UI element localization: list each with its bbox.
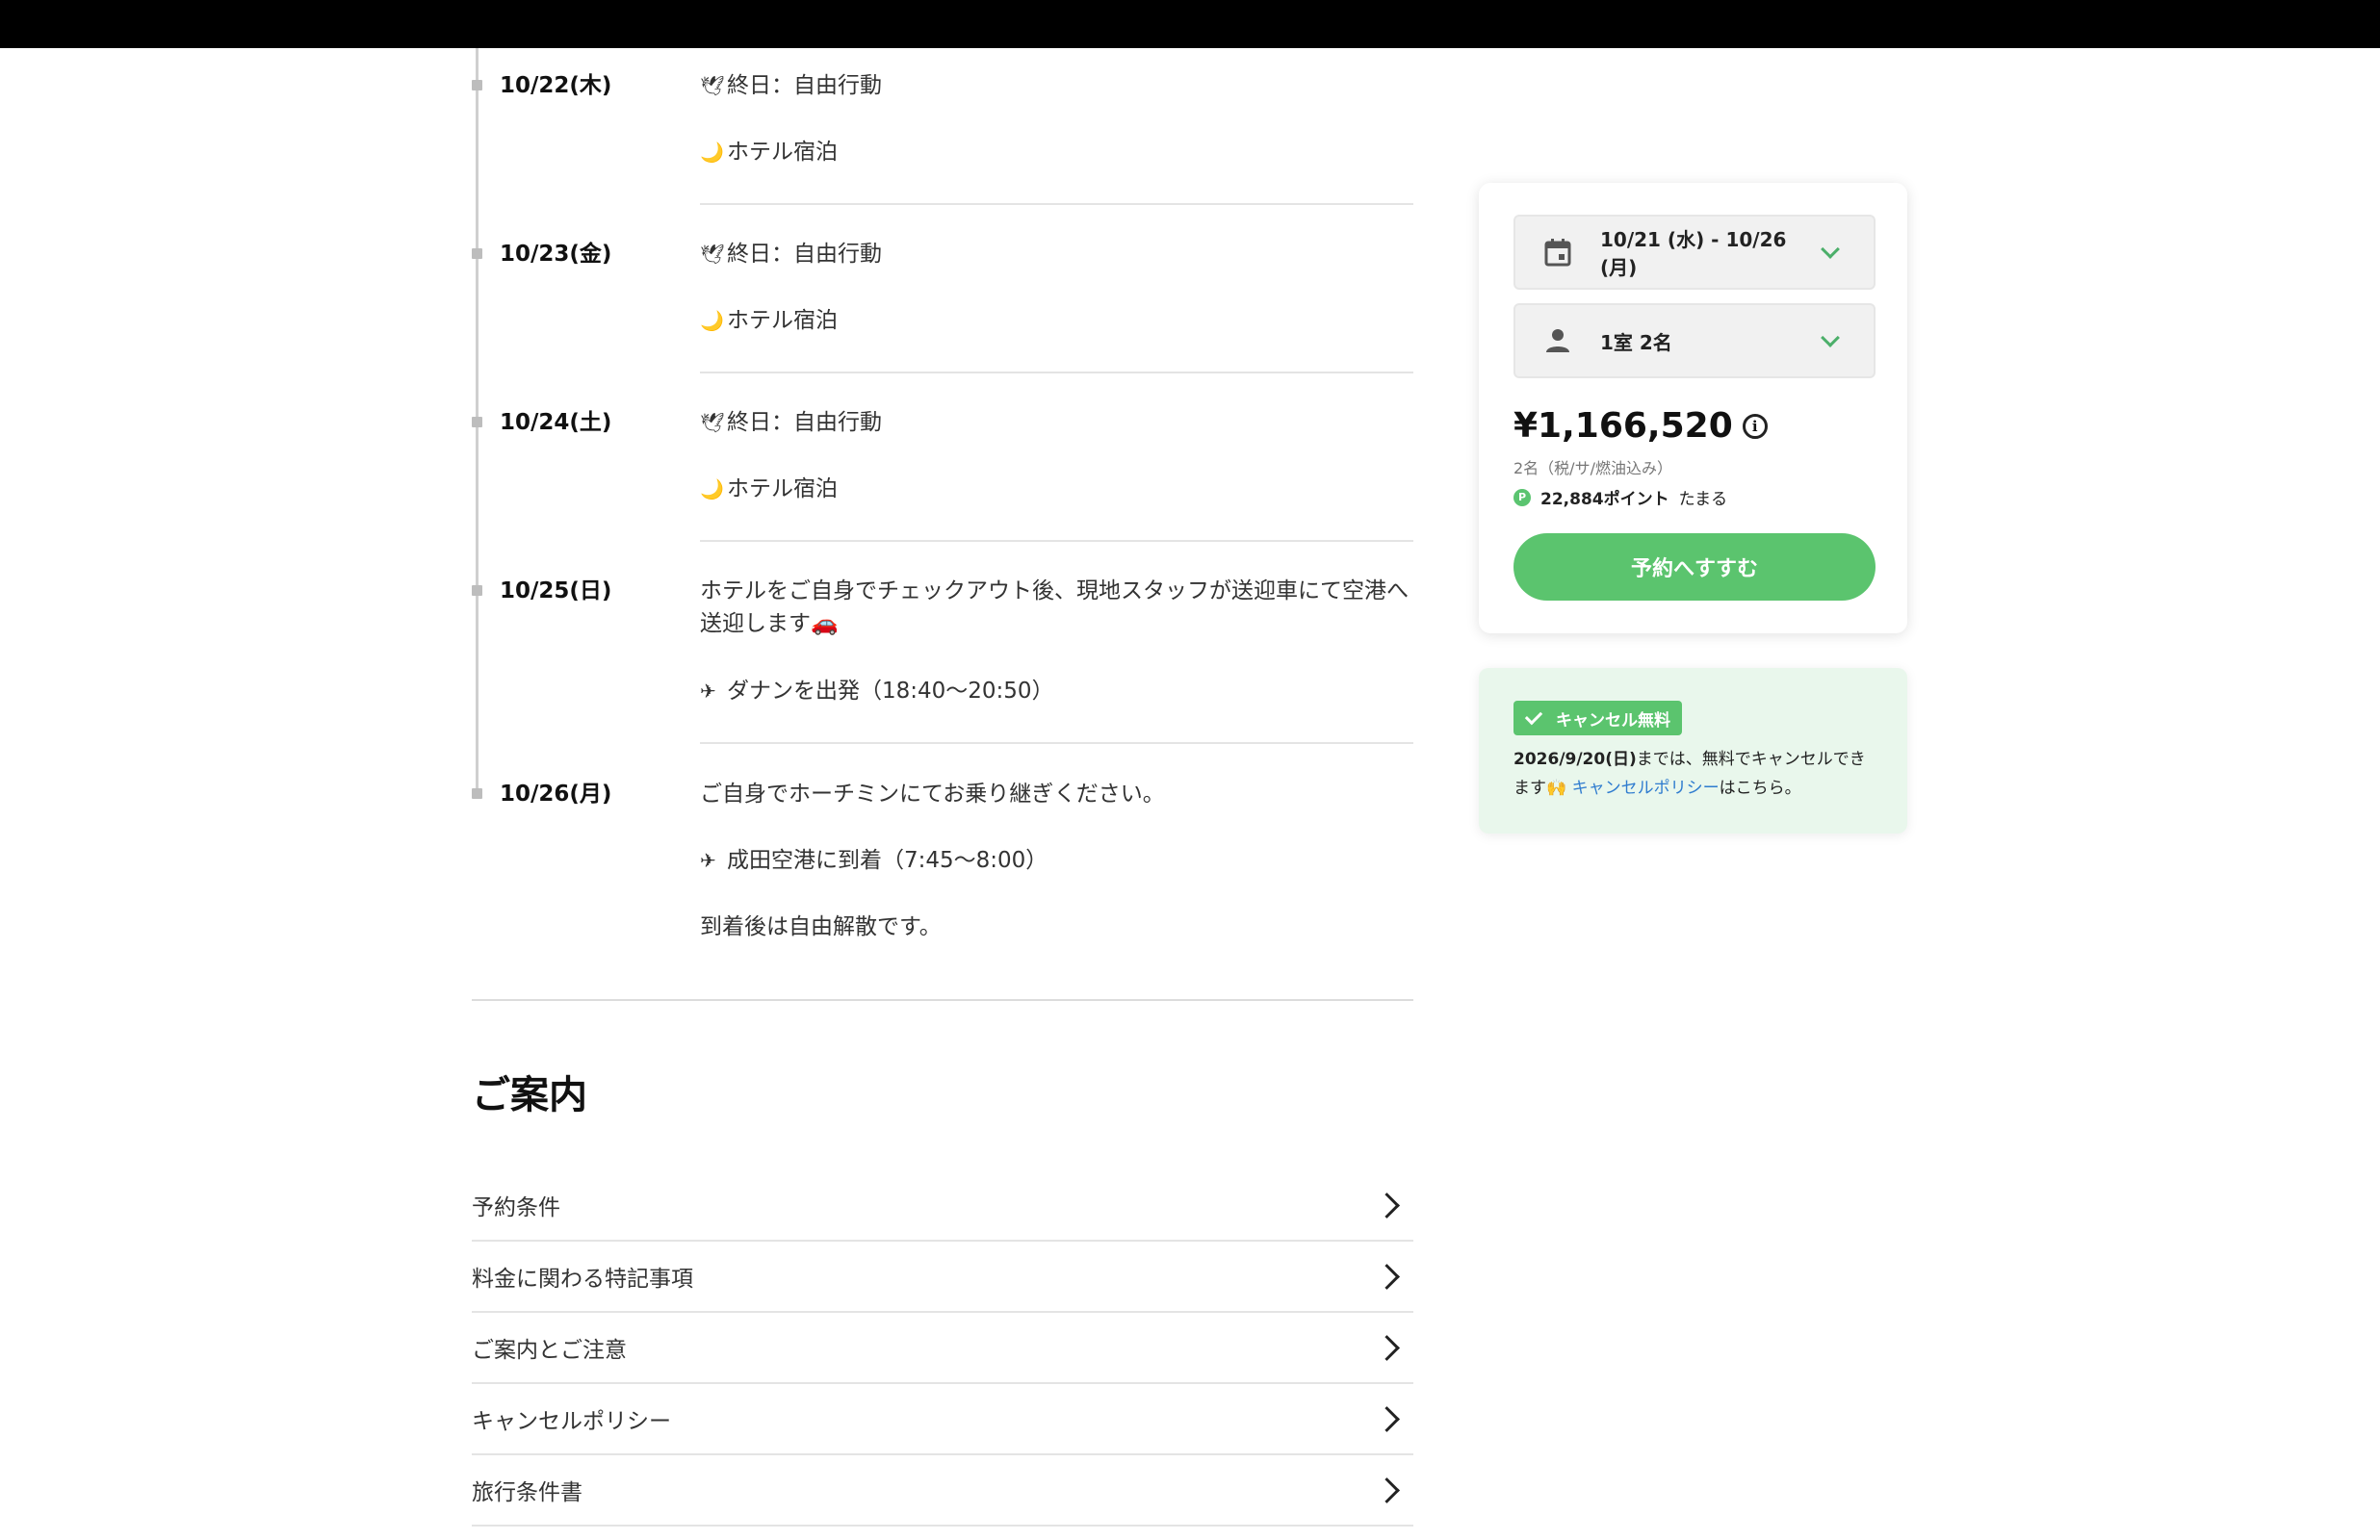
person-icon (1515, 328, 1600, 353)
chevron-right-icon (1374, 1334, 1400, 1361)
section-title: ご案内 (472, 1073, 587, 1117)
divider (700, 372, 1413, 373)
itinerary-entry: 到着後は自由解散です。 (700, 914, 942, 939)
moon-icon: 🌙 (700, 477, 724, 500)
airplane-icon: ✈ (700, 849, 716, 872)
chevron-right-icon (1374, 1405, 1400, 1432)
cancel-policy-link[interactable]: キャンセルポリシー (1572, 779, 1720, 798)
day-date: 10/25(日) (500, 578, 612, 603)
itinerary-entry: 🌙 ホテル宿泊 (700, 304, 1412, 337)
info-row-reservation-conditions[interactable]: 予約条件 (472, 1170, 1413, 1242)
timeline-marker (472, 80, 482, 90)
divider (700, 742, 1413, 744)
info-row-label: 旅行条件書 (472, 1480, 582, 1505)
calendar-icon (1515, 238, 1600, 267)
moon-icon: 🌙 (700, 141, 724, 164)
booking-card: 10/21 (水) - 10/26 (月) 1室 2名 ¥1,166,520 i… (1479, 183, 1907, 633)
date-selector[interactable]: 10/21 (水) - 10/26 (月) (1513, 215, 1876, 290)
itinerary-entry: 🌙 ホテル宿泊 (700, 473, 1412, 505)
day-date: 10/24(土) (500, 410, 612, 435)
info-row-guidance[interactable]: ご案内とご注意 (472, 1313, 1413, 1384)
chevron-down-icon (1821, 240, 1840, 259)
points-value: 22,884ポイント (1540, 490, 1669, 509)
chevron-right-icon (1374, 1263, 1400, 1290)
info-row-label: 料金に関わる特記事項 (472, 1267, 693, 1292)
divider (700, 540, 1413, 542)
itinerary-entry: 🕊 終日：自由行動 (700, 238, 1412, 270)
day-date: 10/22(木) (500, 73, 612, 98)
price-note: 2名（税/サ/燃油込み） (1513, 459, 1672, 477)
divider (700, 203, 1413, 205)
day-date: 10/23(金) (500, 242, 612, 267)
cancel-info-card: キャンセル無料 2026/9/20(日)までは、無料でキャンセルできます🙌 キャ… (1479, 668, 1907, 834)
timeline-marker (472, 788, 482, 799)
info-row-price-notes[interactable]: 料金に関わる特記事項 (472, 1242, 1413, 1313)
dove-icon: 🕊 (700, 243, 725, 266)
free-cancel-label: キャンセル無料 (1556, 710, 1670, 731)
guests-selector[interactable]: 1室 2名 (1513, 303, 1876, 378)
dove-icon: 🕊 (700, 411, 725, 434)
info-row-label: ご案内とご注意 (472, 1338, 627, 1363)
top-bar (0, 0, 2380, 48)
info-row-cancel-policy[interactable]: キャンセルポリシー (472, 1384, 1413, 1455)
itinerary-entry: ご自身でホーチミンにてお乗り継ぎください。 (700, 782, 1165, 807)
price-value: ¥1,166,520 (1513, 406, 1733, 446)
section-divider (472, 999, 1413, 1001)
itinerary-entry: 🕊 終日：自由行動 (700, 69, 1412, 102)
itinerary-entry: ✈ ダナンを出発（18:40〜20:50） (700, 675, 1412, 707)
itinerary-entry: 🌙 ホテル宿泊 (700, 136, 1412, 168)
dove-icon: 🕊 (700, 74, 725, 97)
chevron-down-icon (1821, 328, 1840, 347)
itinerary-entry: ホテルをご自身でチェックアウト後、現地スタッフが送迎車にて空港へ送迎します🚗 (700, 578, 1409, 636)
itinerary-entry: 🕊 終日：自由行動 (700, 406, 1412, 439)
cancel-deadline: 2026/9/20(日) (1513, 750, 1637, 769)
points-suffix: たまる (1678, 490, 1728, 509)
cancel-description: 2026/9/20(日)までは、無料でキャンセルできます🙌 キャンセルポリシーは… (1513, 750, 1866, 798)
info-row-label: キャンセルポリシー (472, 1409, 671, 1434)
info-icon[interactable]: i (1742, 413, 1768, 439)
day-date: 10/26(月) (500, 782, 612, 807)
timeline-marker (472, 585, 482, 596)
timeline-marker (472, 248, 482, 259)
itinerary-entry: ✈ 成田空港に到着（7:45〜8:00） (700, 844, 1412, 877)
free-cancel-badge: キャンセル無料 (1513, 701, 1682, 735)
info-row-travel-terms[interactable]: 旅行条件書 (472, 1455, 1413, 1527)
chevron-right-icon (1374, 1192, 1400, 1219)
date-range-value: 10/21 (水) - 10/26 (月) (1600, 228, 1787, 279)
moon-icon: 🌙 (700, 309, 724, 332)
timeline-marker (472, 417, 482, 427)
points-info: P 22,884ポイント たまる (1513, 485, 1727, 509)
airplane-icon: ✈ (700, 680, 716, 703)
price: ¥1,166,520 i (1513, 406, 1768, 446)
chevron-right-icon (1374, 1476, 1400, 1503)
info-row-label: 予約条件 (472, 1195, 560, 1220)
guests-value: 1室 2名 (1600, 330, 1672, 354)
check-icon (1524, 706, 1543, 726)
reserve-button[interactable]: 予約へすすむ (1513, 533, 1876, 601)
points-icon: P (1513, 488, 1531, 506)
